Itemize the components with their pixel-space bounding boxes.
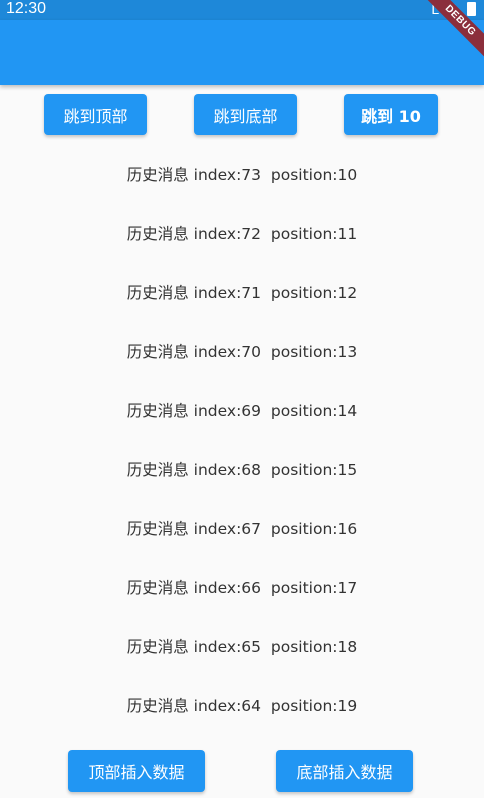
list-item: 历史消息 index:70 position:13 bbox=[126, 342, 358, 361]
list-item: 历史消息 index:69 position:14 bbox=[126, 401, 358, 420]
list-item: 历史消息 index:72 position:11 bbox=[126, 224, 358, 243]
app-screen: 12:30 LTE DEBUG 跳到顶部 跳到底部 跳到 10 历史消息 ind… bbox=[0, 0, 484, 798]
jump-to-bottom-button[interactable]: 跳到底部 bbox=[194, 94, 297, 135]
debug-banner: DEBUG bbox=[414, 0, 484, 70]
message-list[interactable]: 历史消息 index:73 position:10 历史消息 index:72 … bbox=[0, 144, 484, 734]
insert-bottom-data-button[interactable]: 底部插入数据 bbox=[276, 750, 413, 792]
list-item: 历史消息 index:73 position:10 bbox=[126, 165, 358, 184]
jump-to-top-button[interactable]: 跳到顶部 bbox=[44, 94, 147, 135]
insert-top-data-button[interactable]: 顶部插入数据 bbox=[68, 750, 205, 792]
list-item: 历史消息 index:64 position:19 bbox=[126, 696, 358, 715]
list-item: 历史消息 index:71 position:12 bbox=[126, 283, 358, 302]
status-time: 12:30 bbox=[6, 0, 47, 17]
list-item: 历史消息 index:65 position:18 bbox=[126, 637, 358, 656]
app-bar bbox=[0, 20, 484, 85]
debug-ribbon-label: DEBUG bbox=[418, 0, 484, 63]
jump-to-ten-button[interactable]: 跳到 10 bbox=[344, 94, 438, 135]
status-bar: 12:30 LTE bbox=[0, 0, 484, 20]
list-item: 历史消息 index:66 position:17 bbox=[126, 578, 358, 597]
list-item: 历史消息 index:67 position:16 bbox=[126, 519, 358, 538]
list-item: 历史消息 index:68 position:15 bbox=[126, 460, 358, 479]
